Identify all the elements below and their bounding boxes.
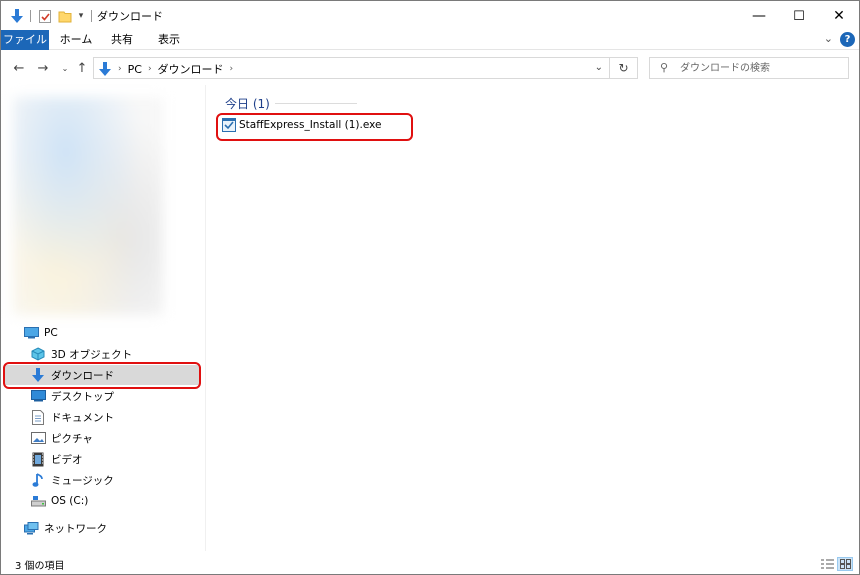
maximize-button[interactable]: ☐ (779, 1, 819, 31)
pc-icon (23, 325, 39, 341)
sidebar-item-label: ピクチャ (51, 432, 93, 445)
highlight-downloads (3, 362, 201, 389)
music-icon (30, 472, 46, 488)
drive-icon (30, 493, 46, 509)
search-input[interactable] (680, 60, 840, 76)
sidebar-item-pc[interactable]: PC (1, 323, 206, 343)
sidebar-item-label: ミュージック (51, 474, 114, 487)
network-icon (23, 520, 39, 536)
group-divider (275, 103, 357, 104)
explorer-window: ▾ ダウンロード — ☐ ✕ ファイル ホーム 共有 表示 ⌄ ? ← → ⌄ … (0, 0, 860, 575)
download-folder-icon (9, 7, 25, 25)
download-icon (98, 61, 112, 77)
chevron-right-icon: › (147, 64, 152, 74)
sidebar-item-label: 3D オブジェクト (51, 348, 133, 361)
address-bar[interactable]: › PC › ダウンロード › ⌄ ↻ (93, 57, 638, 79)
blurred-quick-access (13, 97, 163, 315)
tab-file[interactable]: ファイル (1, 30, 49, 50)
search-box[interactable]: ⚲ (649, 57, 849, 79)
item-count: 3 個の項目 (15, 561, 65, 572)
minimize-button[interactable]: — (739, 1, 779, 31)
sidebar-item-label: ネットワーク (44, 522, 107, 535)
chevron-right-icon: › (118, 64, 122, 74)
customize-toolbar-icon[interactable]: ▾ (75, 7, 87, 25)
breadcrumb-pc[interactable]: PC (128, 63, 142, 76)
sidebar-item-documents[interactable]: ドキュメント (1, 407, 206, 427)
sidebar-item-videos[interactable]: ビデオ (1, 449, 206, 469)
forward-arrow-icon[interactable]: → (35, 59, 51, 77)
sidebar-item-label: ビデオ (51, 453, 83, 466)
tab-share[interactable]: 共有 (101, 30, 143, 50)
sidebar-item-label: OS (C:) (51, 495, 89, 507)
sidebar-item-3d-objects[interactable]: 3D オブジェクト (1, 344, 206, 364)
sidebar-item-os-drive[interactable]: OS (C:) (1, 491, 206, 511)
status-bar: 3 個の項目 (1, 553, 859, 574)
video-icon (30, 451, 46, 467)
expand-ribbon-icon[interactable]: ⌄ (824, 32, 833, 45)
chevron-down-icon[interactable]: ⌄ (595, 62, 603, 73)
properties-icon[interactable] (37, 7, 53, 25)
recent-locations-icon[interactable]: ⌄ (57, 59, 73, 77)
sidebar-item-music[interactable]: ミュージック (1, 470, 206, 490)
sidebar-item-label: デスクトップ (51, 390, 114, 403)
chevron-right-icon: › (229, 64, 234, 74)
close-button[interactable]: ✕ (819, 1, 859, 31)
large-icons-view-icon[interactable] (837, 557, 853, 571)
sidebar-item-desktop[interactable]: デスクトップ (1, 386, 206, 406)
help-icon[interactable]: ? (840, 32, 855, 47)
title-bar: ▾ ダウンロード — ☐ ✕ (1, 1, 859, 31)
sidebar-item-pictures[interactable]: ピクチャ (1, 428, 206, 448)
ribbon-tabs: ファイル ホーム 共有 表示 ⌄ ? (1, 30, 859, 50)
search-icon: ⚲ (660, 61, 669, 74)
navigation-bar: ← → ⌄ ↑ › PC › ダウンロード › ⌄ ↻ ⚲ (1, 51, 859, 85)
details-view-icon[interactable] (819, 557, 835, 571)
refresh-icon[interactable]: ↻ (609, 58, 637, 78)
sidebar-item-label: PC (44, 327, 58, 339)
tab-home[interactable]: ホーム (53, 30, 99, 50)
navigation-pane: PC 3D オブジェクト ダウンロード デスクトップ ドキュメント ピクチャ ビ… (1, 85, 206, 551)
up-arrow-icon[interactable]: ↑ (74, 59, 90, 77)
window-title: ダウンロード (97, 10, 163, 23)
breadcrumb-downloads[interactable]: ダウンロード (158, 61, 224, 77)
desktop-icon (30, 388, 46, 404)
group-header-today[interactable]: 今日 (1) (225, 95, 270, 112)
back-arrow-icon[interactable]: ← (11, 59, 27, 77)
highlight-file (216, 113, 413, 141)
pictures-icon (30, 430, 46, 446)
file-list: 今日 (1) StaffExpress_Install (1).exe (207, 85, 859, 551)
tab-view[interactable]: 表示 (147, 30, 191, 50)
documents-icon (30, 409, 46, 425)
3d-objects-icon (30, 346, 46, 362)
sidebar-item-label: ドキュメント (51, 411, 114, 424)
new-folder-icon[interactable] (57, 7, 73, 25)
sidebar-item-network[interactable]: ネットワーク (1, 518, 206, 538)
